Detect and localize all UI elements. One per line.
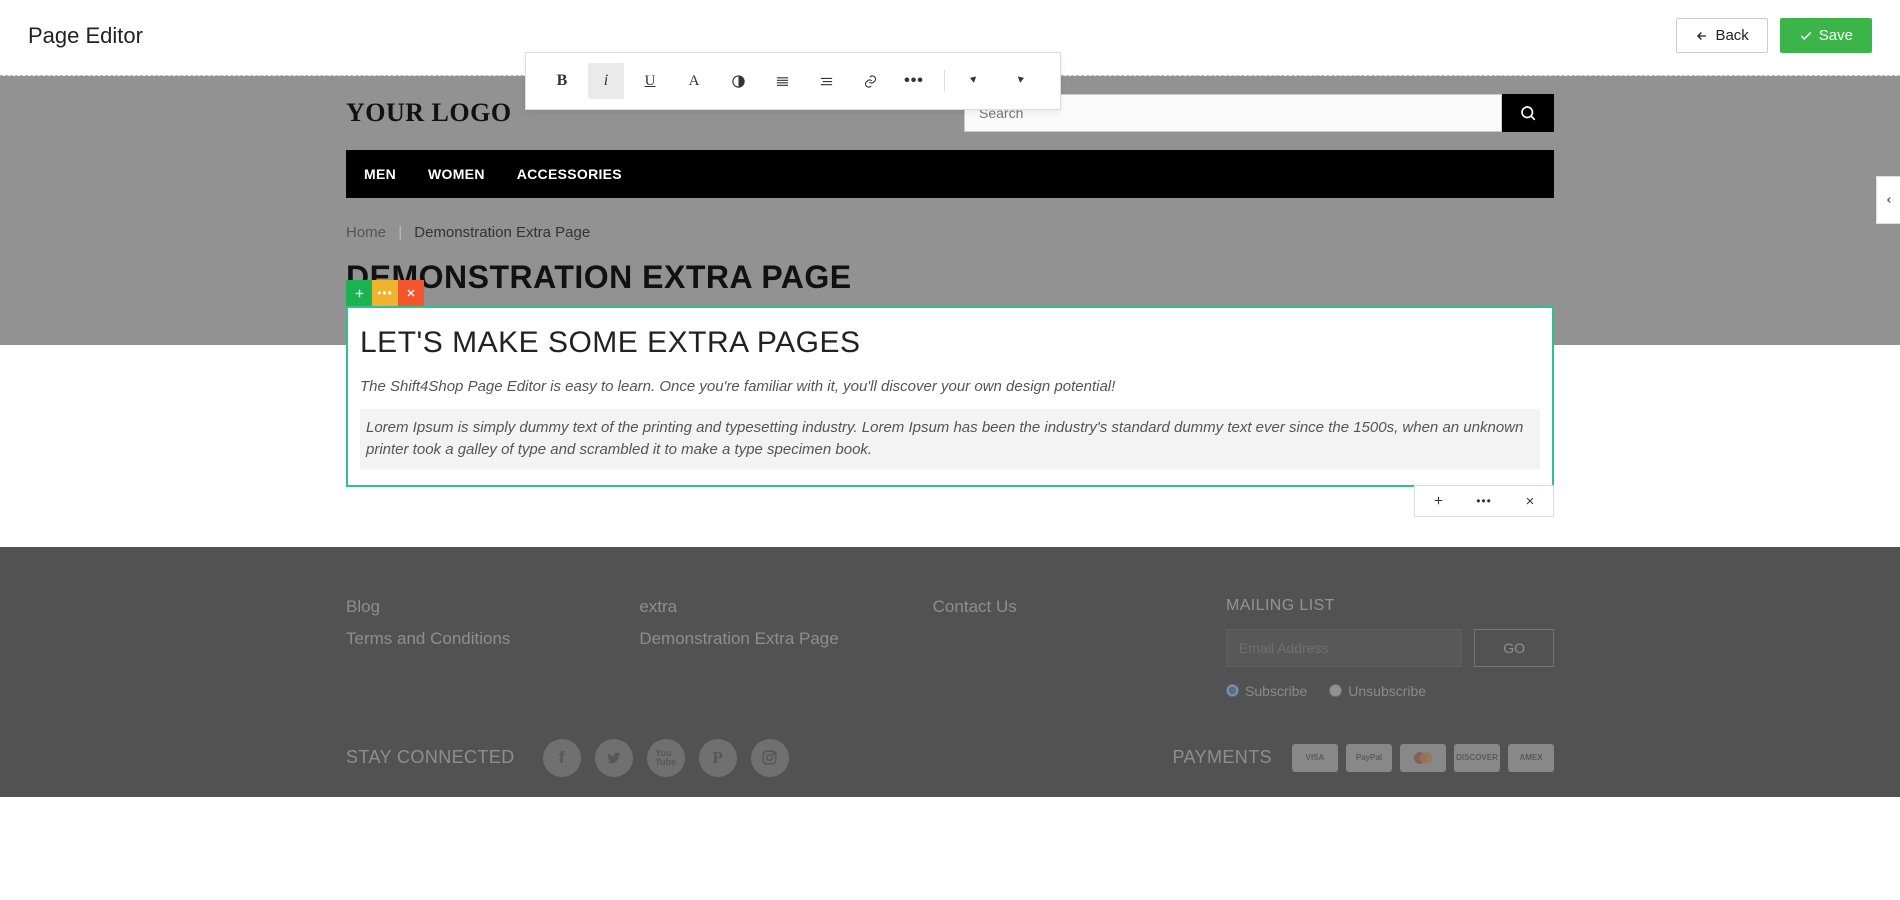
- block-body: LET'S MAKE SOME EXTRA PAGES The Shift4Sh…: [348, 308, 1552, 485]
- block-tools-top-left: •••: [346, 280, 424, 306]
- close-icon: [405, 287, 417, 299]
- format-toolbar: B i U A •••: [525, 52, 1061, 110]
- block-tools-bottom-right: •••: [1414, 485, 1554, 517]
- underline-button[interactable]: U: [632, 63, 668, 99]
- visa-badge: VISA: [1292, 744, 1338, 772]
- mastercard-badge: [1400, 744, 1446, 772]
- subscribe-label: Subscribe: [1245, 683, 1307, 699]
- payment-badges: VISA PayPal DISCOVER AMEX: [1292, 744, 1554, 772]
- stay-connected-label: STAY CONNECTED: [346, 747, 515, 768]
- page-heading: DEMONSTRATION EXTRA PAGE: [346, 259, 1554, 296]
- email-field[interactable]: [1226, 629, 1462, 667]
- breadcrumb-home[interactable]: Home: [346, 224, 386, 241]
- footer-col-mailing: MAILING LIST GO Subscribe Unsubscribe: [1226, 597, 1554, 699]
- instagram-icon[interactable]: [751, 739, 789, 777]
- indent-icon: [819, 74, 834, 89]
- unsubscribe-option[interactable]: Unsubscribe: [1329, 683, 1426, 699]
- amex-badge: AMEX: [1508, 744, 1554, 772]
- block-options-button[interactable]: •••: [372, 280, 398, 306]
- contrast-button[interactable]: [720, 63, 756, 99]
- twitter-bird-icon: [606, 750, 622, 766]
- back-button[interactable]: Back: [1676, 18, 1767, 53]
- close-icon: [1524, 495, 1536, 507]
- footer-col-2: extra Demonstration Extra Page: [639, 597, 912, 699]
- search-icon: [1519, 104, 1537, 122]
- check-icon: [1799, 29, 1813, 43]
- redo-button[interactable]: [1001, 63, 1037, 99]
- footer-link-demo[interactable]: Demonstration Extra Page: [639, 629, 912, 649]
- block-intro[interactable]: The Shift4Shop Page Editor is easy to le…: [360, 378, 1540, 395]
- footer-col-3: Contact Us: [933, 597, 1206, 699]
- back-label: Back: [1715, 27, 1748, 44]
- chevron-left-icon: [1884, 193, 1894, 207]
- instagram-glyph-icon: [761, 749, 778, 766]
- more-button[interactable]: •••: [896, 63, 932, 99]
- plus-icon: [1432, 494, 1445, 507]
- nav-item-women[interactable]: WOMEN: [428, 166, 485, 182]
- preview-area: YOUR LOGO MEN WOMEN ACCESSORIES Home | D…: [0, 76, 1900, 797]
- section-options-button[interactable]: •••: [1461, 486, 1507, 516]
- breadcrumb: Home | Demonstration Extra Page: [346, 198, 1554, 259]
- mastercard-icon: [1411, 750, 1435, 766]
- add-section-button[interactable]: [1415, 486, 1461, 516]
- indent-button[interactable]: [808, 63, 844, 99]
- main-nav: MEN WOMEN ACCESSORIES: [346, 150, 1554, 198]
- footer-left: STAY CONNECTED f YouTube P: [346, 739, 789, 777]
- pinterest-icon[interactable]: P: [699, 739, 737, 777]
- unsubscribe-label: Unsubscribe: [1348, 683, 1426, 699]
- delete-block-button[interactable]: [398, 280, 424, 306]
- search-button[interactable]: [1502, 94, 1554, 132]
- link-icon: [863, 74, 878, 89]
- plus-icon: [353, 287, 366, 300]
- breadcrumb-current: Demonstration Extra Page: [414, 224, 590, 241]
- align-icon: [775, 74, 790, 89]
- site-footer: Blog Terms and Conditions extra Demonstr…: [0, 547, 1900, 797]
- nav-item-accessories[interactable]: ACCESSORIES: [517, 166, 622, 182]
- undo-button[interactable]: [957, 63, 993, 99]
- nav-item-men[interactable]: MEN: [364, 166, 396, 182]
- mailing-form: GO: [1226, 629, 1554, 667]
- remove-section-button[interactable]: [1507, 486, 1553, 516]
- block-body-text[interactable]: Lorem Ipsum is simply dummy text of the …: [360, 409, 1540, 469]
- toolbar-divider: [944, 70, 945, 92]
- link-button[interactable]: [852, 63, 888, 99]
- footer-right: PAYMENTS VISA PayPal DISCOVER AMEX: [1172, 744, 1554, 772]
- paypal-badge: PayPal: [1346, 744, 1392, 772]
- block-title[interactable]: LET'S MAKE SOME EXTRA PAGES: [360, 326, 1540, 360]
- editor-title: Page Editor: [28, 23, 143, 49]
- undo-icon: [967, 73, 983, 89]
- font-button[interactable]: A: [676, 63, 712, 99]
- contrast-icon: [731, 74, 746, 89]
- discover-badge: DISCOVER: [1454, 744, 1500, 772]
- add-block-button[interactable]: [346, 280, 372, 306]
- subscribe-radio[interactable]: [1226, 684, 1239, 697]
- bold-button[interactable]: B: [544, 63, 580, 99]
- twitter-icon[interactable]: [595, 739, 633, 777]
- footer-link-contact[interactable]: Contact Us: [933, 597, 1206, 617]
- redo-icon: [1011, 73, 1027, 89]
- go-button[interactable]: GO: [1474, 629, 1554, 667]
- breadcrumb-separator: |: [398, 224, 402, 241]
- footer-link-blog[interactable]: Blog: [346, 597, 619, 617]
- save-button[interactable]: Save: [1780, 18, 1872, 53]
- subscription-options: Subscribe Unsubscribe: [1226, 683, 1554, 699]
- editable-content-block[interactable]: ••• LET'S MAKE SOME EXTRA PAGES The Shif…: [346, 306, 1554, 487]
- subscribe-option[interactable]: Subscribe: [1226, 683, 1307, 699]
- arrow-left-icon: [1695, 29, 1709, 43]
- footer-col-1: Blog Terms and Conditions: [346, 597, 619, 699]
- header-actions: Back Save: [1676, 18, 1872, 53]
- mailing-list-title: MAILING LIST: [1226, 597, 1554, 615]
- youtube-icon[interactable]: YouTube: [647, 739, 685, 777]
- site-logo: YOUR LOGO: [346, 98, 512, 128]
- facebook-icon[interactable]: f: [543, 739, 581, 777]
- unsubscribe-radio[interactable]: [1329, 684, 1342, 697]
- footer-link-terms[interactable]: Terms and Conditions: [346, 629, 619, 649]
- italic-button[interactable]: i: [588, 63, 624, 99]
- align-button[interactable]: [764, 63, 800, 99]
- side-panel-toggle[interactable]: [1876, 176, 1900, 224]
- payments-label: PAYMENTS: [1172, 747, 1272, 768]
- footer-link-extra[interactable]: extra: [639, 597, 912, 617]
- social-icons: f YouTube P: [543, 739, 789, 777]
- save-label: Save: [1819, 27, 1853, 44]
